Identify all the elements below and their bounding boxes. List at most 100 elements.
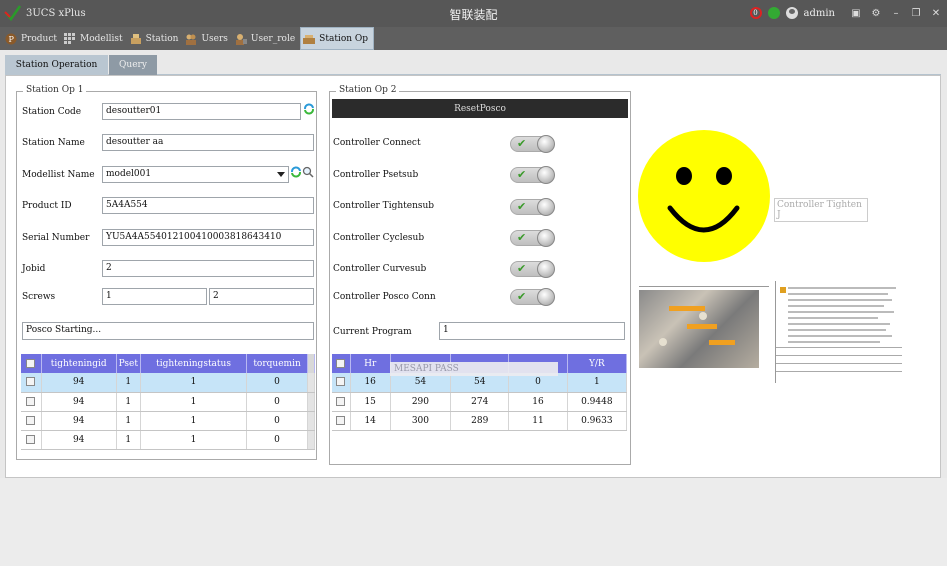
column-header[interactable]: tighteningstatus (140, 354, 248, 373)
jobid-field[interactable]: 2 (102, 260, 314, 277)
station-name-field[interactable]: desoutter aa (102, 134, 314, 151)
reset-posco-button[interactable]: ResetPosco (332, 99, 628, 118)
current-program-field[interactable]: 1 (439, 322, 625, 340)
table-row[interactable]: 94 1 1 0 (21, 430, 316, 450)
station-code-label: Station Code (22, 107, 82, 117)
select-all-header[interactable] (21, 354, 42, 373)
scrollbar[interactable] (307, 392, 316, 412)
controller-cyclesub-toggle[interactable]: ✔ (510, 229, 555, 247)
select-all-header[interactable] (332, 354, 351, 373)
refresh-icon[interactable] (303, 103, 315, 115)
table-cell: 0.9448 (567, 392, 628, 412)
controller-curvesub-toggle[interactable]: ✔ (510, 260, 555, 278)
controller-connect-toggle[interactable]: ✔ (510, 135, 555, 153)
row-checkbox[interactable] (336, 377, 346, 387)
table-cell: 1 (140, 392, 248, 412)
nav-station[interactable]: Station (128, 27, 184, 50)
jobid-label: Jobid (22, 264, 46, 274)
station-code-field[interactable]: desoutter01 (102, 103, 301, 120)
station-op-2-title: Station Op 2 (336, 85, 400, 95)
mesapi-status-overlay: MESAPI PASS (390, 362, 558, 376)
product-id-label: Product ID (22, 201, 72, 211)
instruction-text-panel (775, 281, 902, 383)
select-all-checkbox[interactable] (26, 358, 36, 368)
table-cell: 0 (246, 392, 308, 412)
tab-station-operation[interactable]: Station Operation (5, 55, 108, 75)
table-cell: 0 (246, 373, 308, 393)
scrollbar[interactable] (307, 411, 316, 431)
serial-number-field[interactable]: YU5A4A554012100410003818643410 (102, 229, 314, 246)
screen-icon[interactable]: ▣ (849, 6, 863, 20)
close-icon[interactable]: ✕ (929, 6, 943, 20)
toggle-label: Controller Curvesub (333, 264, 427, 274)
table-row[interactable]: 94 1 1 0 (21, 373, 316, 393)
column-header[interactable]: torquemin (246, 354, 308, 373)
nav-modellist-label: Modellist (80, 33, 123, 44)
table-cell: 300 (390, 411, 452, 431)
status-text: Posco Starting... (22, 322, 314, 340)
connection-status-icon (767, 7, 780, 19)
nav-station-label: Station (145, 33, 179, 44)
toggle-label: Controller Cyclesub (333, 233, 425, 243)
nav-user-role[interactable]: User_role (233, 27, 300, 50)
scrollbar[interactable] (307, 373, 316, 393)
alarm-status-icon[interactable]: 0 (749, 7, 762, 19)
check-icon: ✔ (517, 200, 527, 213)
station-op-icon (303, 34, 316, 44)
controller-psetsub-toggle[interactable]: ✔ (510, 166, 555, 184)
column-header[interactable]: Hr (350, 354, 391, 373)
status-smiley-icon (638, 130, 770, 262)
row-checkbox[interactable] (26, 434, 36, 444)
nav-users[interactable]: Users (183, 27, 232, 50)
table-cell: 1 (567, 373, 628, 393)
toggle-label: Controller Tightensub (333, 201, 435, 211)
station-name-label: Station Name (22, 138, 85, 148)
screws-field-1[interactable]: 1 (102, 288, 207, 305)
maximize-icon[interactable]: ❐ (909, 6, 923, 20)
column-header[interactable]: Pset (116, 354, 141, 373)
check-icon: ✔ (517, 168, 527, 181)
table-cell: 94 (41, 411, 117, 431)
row-checkbox[interactable] (26, 377, 36, 387)
table-cell: 16 (350, 373, 391, 393)
work-instruction-image (639, 281, 902, 383)
table-cell: 16 (508, 392, 568, 412)
product-id-field[interactable]: 5A4A554 (102, 197, 314, 214)
column-header[interactable]: tighteningid (41, 354, 117, 373)
settings-icon[interactable]: ⚙ (869, 6, 883, 20)
row-checkbox[interactable] (336, 396, 346, 406)
table-cell: 0 (246, 430, 308, 450)
controller-posco-conn-toggle[interactable]: ✔ (510, 288, 555, 306)
table-row[interactable]: 15 290 274 16 0.9448 (332, 392, 628, 412)
row-checkbox[interactable] (26, 396, 36, 406)
scrollbar[interactable] (307, 430, 316, 450)
current-user[interactable]: admin (804, 8, 835, 19)
table-cell: 289 (450, 411, 510, 431)
table-row[interactable]: 14 300 289 11 0.9633 (332, 411, 628, 431)
table-row[interactable]: 94 1 1 0 (21, 392, 316, 412)
toggle-label: Controller Posco Conn (333, 292, 436, 302)
table-cell: 1 (140, 430, 248, 450)
controller-tightensub-toggle[interactable]: ✔ (510, 198, 555, 216)
minimize-icon[interactable]: – (889, 6, 903, 20)
refresh-model-icon[interactable] (290, 166, 302, 178)
tab-query[interactable]: Query (109, 55, 157, 75)
nav-station-op[interactable]: Station Op (300, 27, 375, 50)
sub-tab-bar: Station Operation Query (5, 55, 941, 75)
table-row[interactable]: 94 1 1 0 (21, 411, 316, 431)
row-checkbox[interactable] (26, 415, 36, 425)
nav-modellist[interactable]: Modellist (62, 27, 128, 50)
controller-tighten-tooltip: Controller Tighten J (774, 198, 868, 222)
main-nav: P Product Modellist Station Users User_r… (0, 27, 947, 50)
modellist-select[interactable]: model001 (102, 166, 289, 183)
search-icon[interactable] (302, 166, 314, 178)
column-header[interactable]: Y/R (567, 354, 628, 373)
screws-field-2[interactable]: 2 (209, 288, 314, 305)
main-content: Station Op 1 Station Code desoutter01 St… (5, 75, 941, 478)
nav-product[interactable]: P Product (3, 27, 62, 50)
nav-users-label: Users (201, 33, 228, 44)
check-icon: ✔ (517, 290, 527, 303)
table-cell: 15 (350, 392, 391, 412)
select-all-checkbox[interactable] (336, 358, 346, 368)
row-checkbox[interactable] (336, 415, 346, 425)
